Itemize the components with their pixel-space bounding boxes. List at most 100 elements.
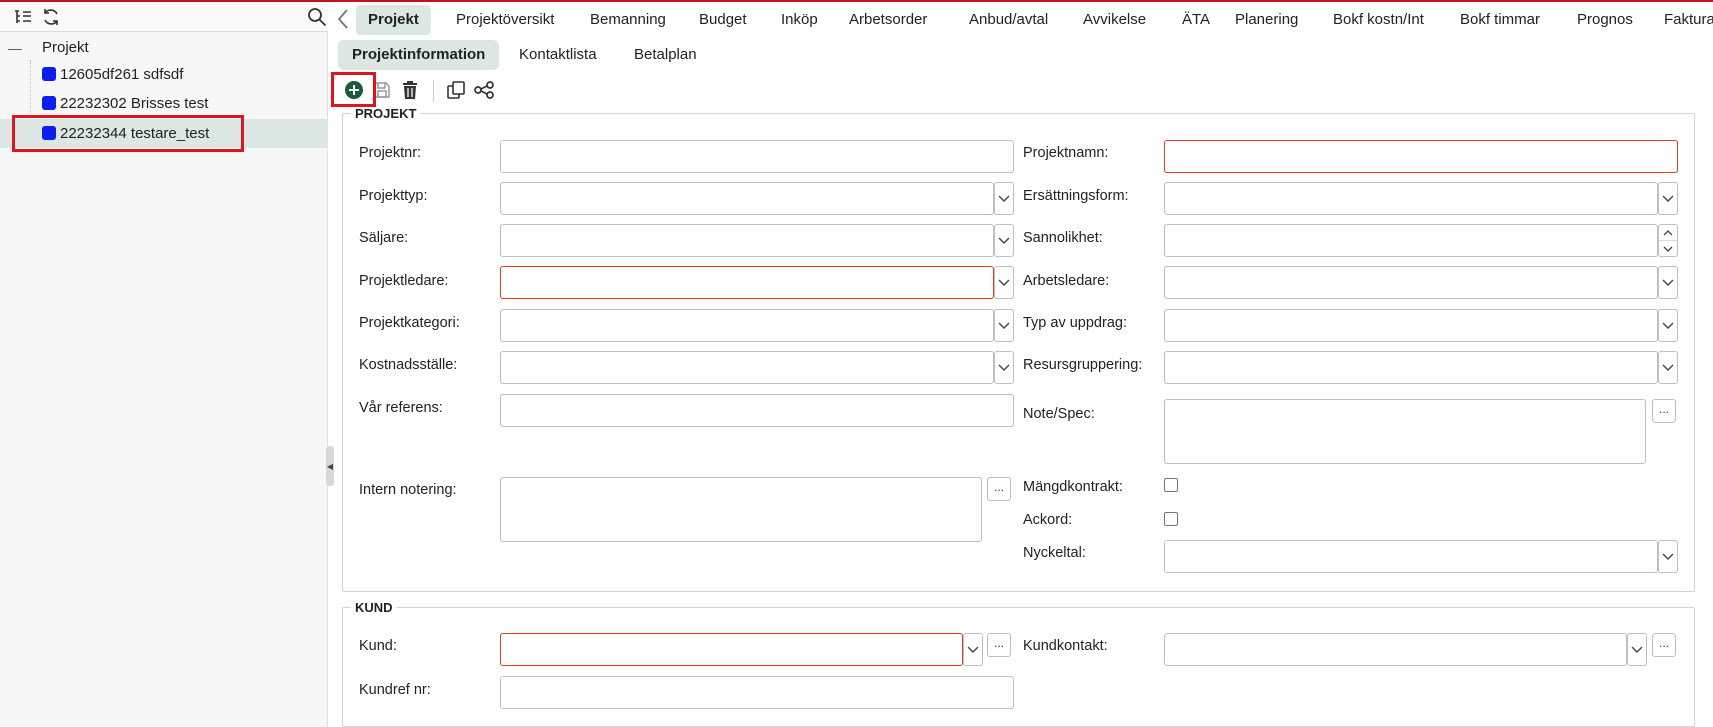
intern-notering-textarea[interactable] — [500, 477, 982, 542]
ersattningsform-dropdown-icon[interactable] — [1658, 182, 1678, 215]
intern-notering-more-button[interactable]: ... — [987, 477, 1011, 501]
projektnamn-input[interactable] — [1164, 140, 1678, 173]
projekttyp-select[interactable] — [500, 182, 994, 215]
action-toolbar — [330, 74, 830, 106]
tree-item-project[interactable]: 12605df261 sdfsdf — [0, 60, 328, 89]
kund-more-button[interactable]: ... — [987, 633, 1011, 657]
ersattningsform-label: Ersättningsform: — [1023, 188, 1129, 204]
var-referens-label: Vår referens: — [359, 400, 443, 416]
tab-projekt[interactable]: Projekt — [356, 5, 431, 35]
typ-av-uppdrag-select[interactable] — [1164, 309, 1658, 342]
delete-icon[interactable] — [398, 78, 422, 102]
tab-projektoversikt[interactable]: Projektöversikt — [444, 5, 566, 35]
note-spec-label: Note/Spec: — [1023, 406, 1095, 422]
tab-bokf-timmar[interactable]: Bokf timmar — [1448, 5, 1552, 35]
tab-scroll-left-icon[interactable] — [336, 8, 352, 32]
tree-item-project-selected[interactable]: 22232344 testare_test — [0, 119, 328, 148]
projektnr-input[interactable] — [500, 140, 1014, 173]
tab-ata[interactable]: ÄTA — [1170, 5, 1222, 35]
projekttyp-label: Projekttyp: — [359, 188, 428, 204]
tab-planering[interactable]: Planering — [1223, 5, 1310, 35]
tree-item-label: 22232302 Brisses test — [60, 95, 209, 112]
nyckeltal-dropdown-icon[interactable] — [1658, 540, 1678, 573]
projektledare-dropdown-icon[interactable] — [994, 266, 1014, 299]
projektkategori-select[interactable] — [500, 309, 994, 342]
note-spec-more-button[interactable]: ... — [1652, 399, 1676, 423]
typ-av-uppdrag-dropdown-icon[interactable] — [1658, 309, 1678, 342]
copy-icon[interactable] — [444, 78, 468, 102]
project-color-marker — [42, 67, 56, 81]
main-tab-bar: Projekt Projektöversikt Bemanning Budget… — [330, 2, 1713, 38]
kostnadsstalle-select[interactable] — [500, 351, 994, 384]
projektledare-select[interactable] — [500, 266, 994, 299]
tree-collapse-toggle[interactable]: — — [8, 36, 22, 60]
tab-anbud-avtal[interactable]: Anbud/avtal — [957, 5, 1060, 35]
stepper-up-icon[interactable] — [1659, 225, 1677, 241]
sannolikhet-label: Sannolikhet: — [1023, 230, 1103, 246]
tree-item-label: 12605df261 sdfsdf — [60, 66, 184, 83]
kundkontakt-select[interactable] — [1164, 633, 1627, 666]
var-referens-input[interactable] — [500, 394, 1014, 427]
ackord-checkbox[interactable] — [1164, 512, 1178, 526]
ersattningsform-select[interactable] — [1164, 182, 1658, 215]
tab-bemanning[interactable]: Bemanning — [578, 5, 678, 35]
sub-tab-bar: Projektinformation Kontaktlista Betalpla… — [330, 38, 1713, 72]
projektnamn-label: Projektnamn: — [1023, 145, 1109, 161]
projektledare-label: Projektledare: — [359, 273, 449, 289]
kund-section-legend: KUND — [355, 600, 393, 615]
project-color-marker — [42, 126, 56, 140]
tab-arbetsorder[interactable]: Arbetsorder — [837, 5, 939, 35]
typ-av-uppdrag-label: Typ av uppdrag: — [1023, 315, 1127, 331]
kundkontakt-dropdown-icon[interactable] — [1627, 633, 1647, 666]
project-color-marker — [42, 96, 56, 110]
mangdkontrakt-label: Mängdkontrakt: — [1023, 479, 1123, 495]
add-icon[interactable] — [342, 78, 366, 102]
intern-notering-label: Intern notering: — [359, 482, 457, 498]
mangdkontrakt-checkbox[interactable] — [1164, 478, 1178, 492]
tab-faktura[interactable]: Faktura — [1652, 5, 1713, 35]
sannolikhet-input[interactable] — [1164, 224, 1658, 257]
stepper-down-icon[interactable] — [1659, 241, 1677, 256]
note-spec-textarea[interactable] — [1164, 399, 1646, 464]
saljare-dropdown-icon[interactable] — [994, 224, 1014, 257]
sannolikhet-stepper[interactable] — [1658, 224, 1678, 257]
tab-bokf-kostn-int[interactable]: Bokf kostn/Int — [1321, 5, 1436, 35]
share-icon[interactable] — [472, 78, 496, 102]
project-tree-sidebar: — Projekt 12605df261 sdfsdf 22232302 Bri… — [0, 2, 328, 727]
resursgruppering-select[interactable] — [1164, 351, 1658, 384]
saljare-label: Säljare: — [359, 230, 409, 246]
subtab-betalplan[interactable]: Betalplan — [620, 40, 711, 70]
kundref-nr-label: Kundref nr: — [359, 682, 431, 698]
tab-inkop[interactable]: Inköp — [769, 5, 830, 35]
kostnadsstalle-dropdown-icon[interactable] — [994, 351, 1014, 384]
projektkategori-label: Projektkategori: — [359, 315, 460, 331]
kund-select[interactable] — [500, 633, 963, 666]
saljare-select[interactable] — [500, 224, 994, 257]
save-icon[interactable] — [370, 78, 394, 102]
kostnadsstalle-label: Kostnadsställe: — [359, 357, 458, 373]
refresh-icon[interactable] — [40, 7, 62, 27]
projekttyp-dropdown-icon[interactable] — [994, 182, 1014, 215]
projektkategori-dropdown-icon[interactable] — [994, 309, 1014, 342]
arbetsledare-dropdown-icon[interactable] — [1658, 266, 1678, 299]
tree-root-projekt[interactable]: — Projekt — [0, 36, 328, 60]
kund-dropdown-icon[interactable] — [963, 633, 983, 666]
tab-prognos[interactable]: Prognos — [1565, 5, 1645, 35]
kundkontakt-more-button[interactable]: ... — [1652, 633, 1676, 657]
subtab-projektinformation[interactable]: Projektinformation — [338, 40, 500, 70]
resursgruppering-dropdown-icon[interactable] — [1658, 351, 1678, 384]
kundkontakt-label: Kundkontakt: — [1023, 638, 1108, 654]
kundref-nr-input[interactable] — [500, 676, 1014, 709]
tree-item-project[interactable]: 22232302 Brisses test — [0, 89, 328, 118]
search-icon[interactable] — [306, 7, 328, 27]
toolbar-separator — [433, 80, 434, 102]
arbetsledare-label: Arbetsledare: — [1023, 273, 1110, 289]
projektnr-label: Projektnr: — [359, 145, 422, 161]
nyckeltal-select[interactable] — [1164, 540, 1658, 573]
arbetsledare-select[interactable] — [1164, 266, 1658, 299]
sidebar-toolbar — [0, 2, 328, 32]
tab-budget[interactable]: Budget — [687, 5, 759, 35]
tab-avvikelse[interactable]: Avvikelse — [1071, 5, 1158, 35]
subtab-kontaktlista[interactable]: Kontaktlista — [505, 40, 611, 70]
tree-list-icon[interactable] — [12, 7, 34, 27]
